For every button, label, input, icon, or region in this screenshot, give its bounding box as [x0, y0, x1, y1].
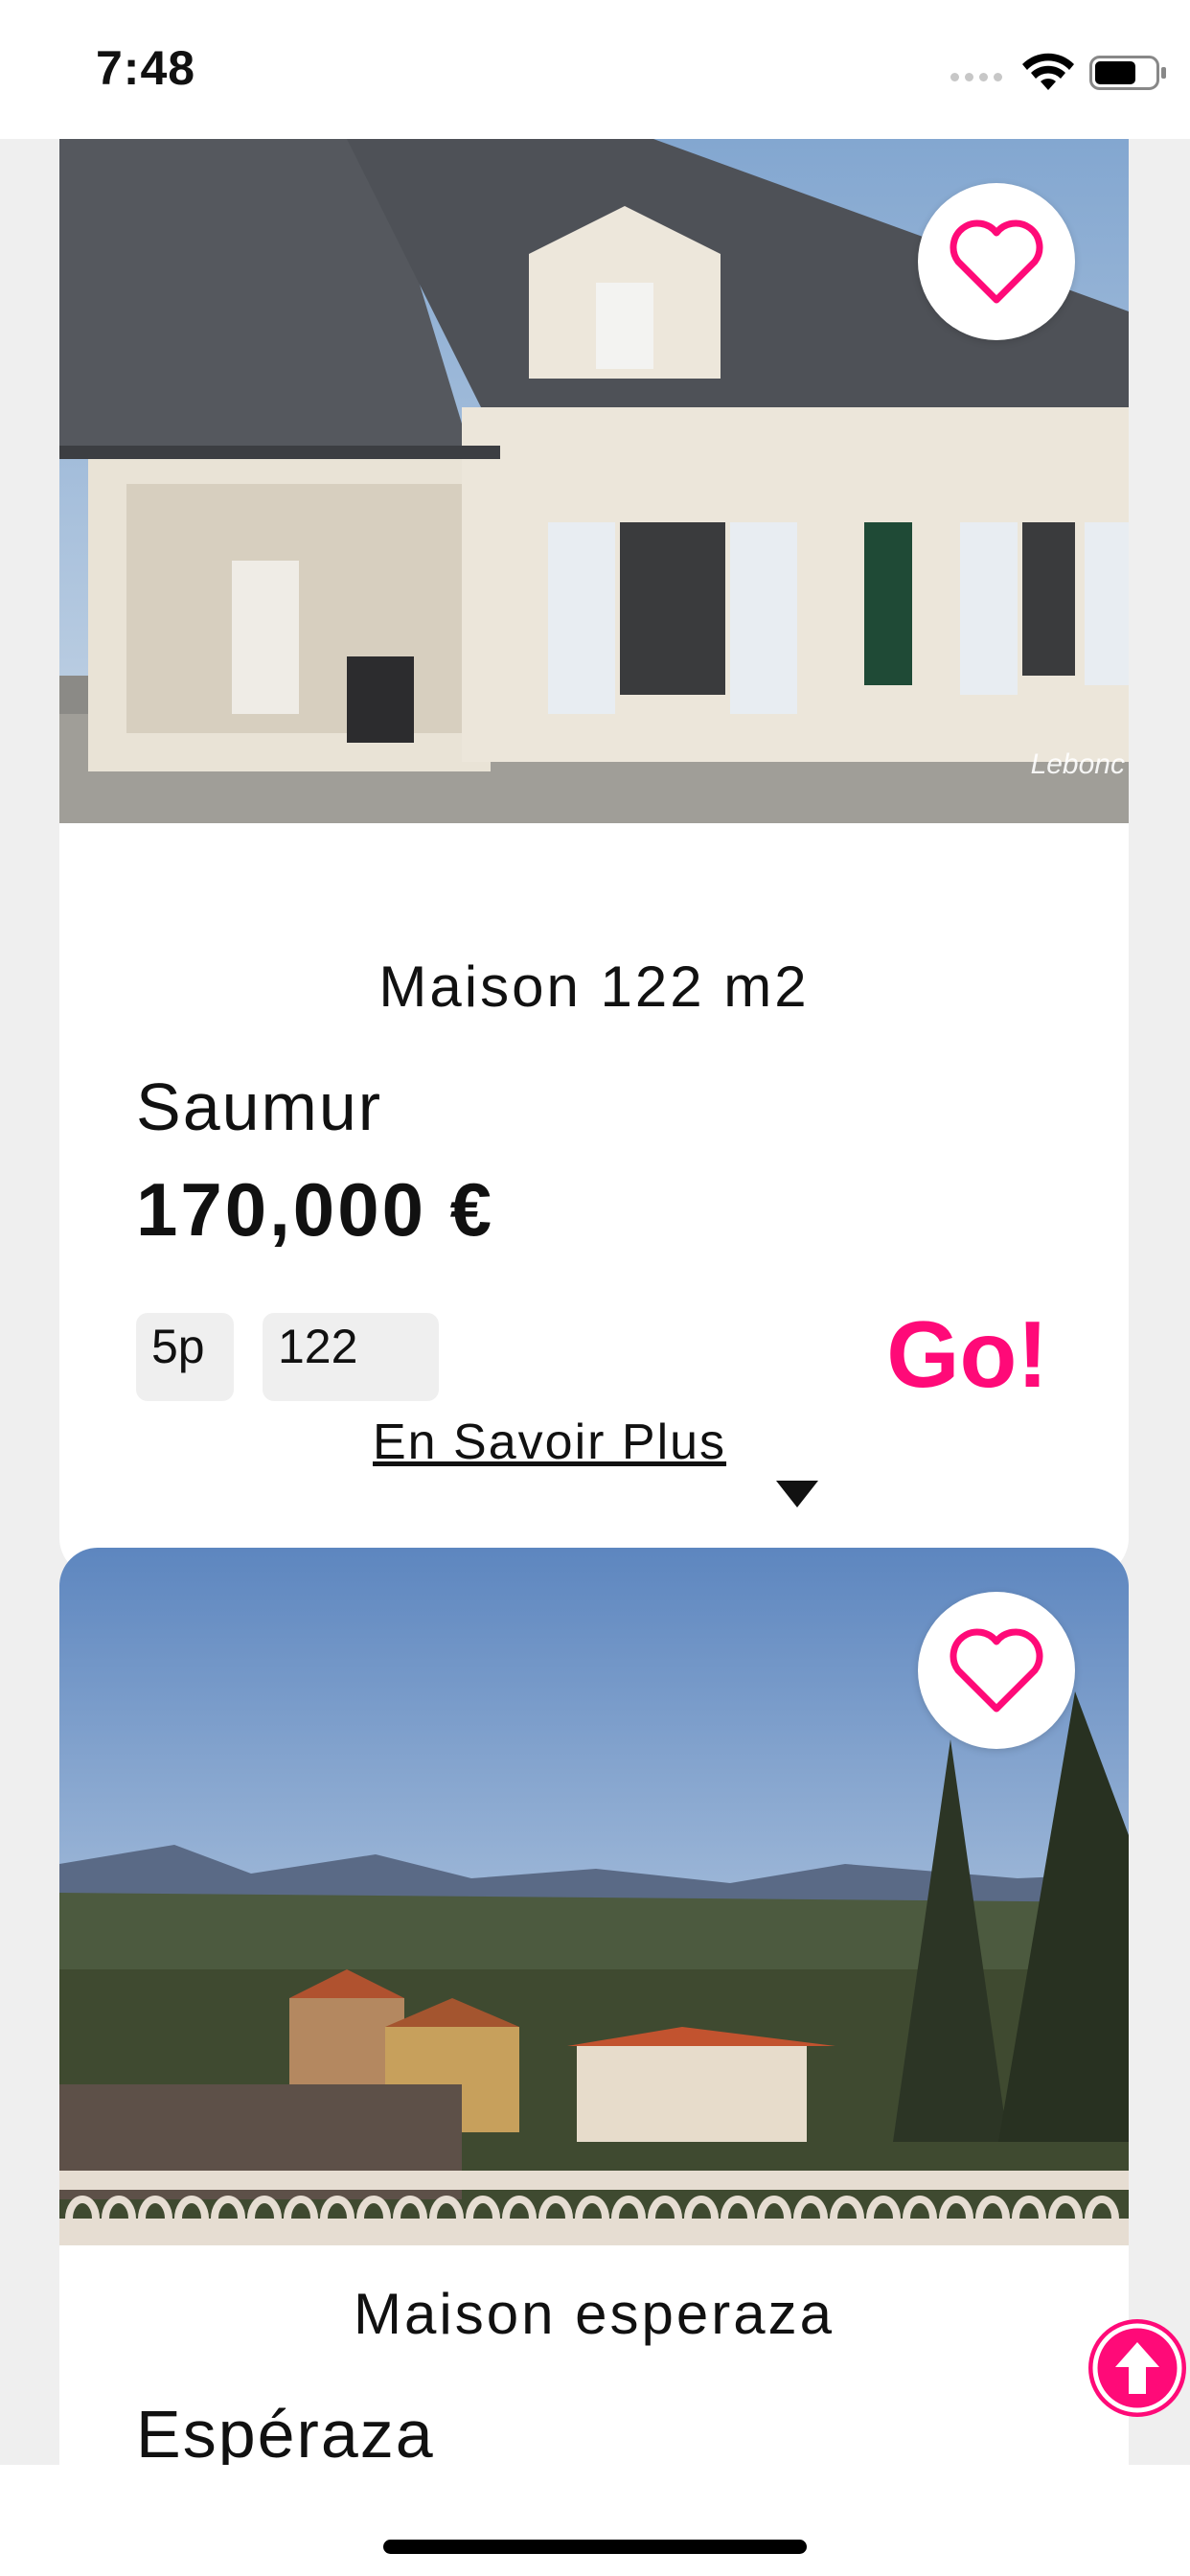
- listing-city: Espéraza: [136, 2397, 435, 2465]
- signal-icon: [950, 73, 1008, 84]
- chevron-down-icon[interactable]: [776, 1481, 818, 1507]
- rooms-tag: 5p: [136, 1313, 234, 1401]
- status-time: 7:48: [96, 41, 196, 95]
- listing-card[interactable]: Maison esperaza Espéraza: [59, 1548, 1129, 2465]
- battery-icon: [1089, 56, 1166, 90]
- favorite-button[interactable]: [918, 1592, 1075, 1749]
- go-button[interactable]: Go!: [886, 1300, 1048, 1409]
- listing-city: Saumur: [136, 1070, 383, 1144]
- arrow-up-circle-icon: [1092, 2323, 1182, 2413]
- more-info-link[interactable]: En Savoir Plus: [373, 1414, 726, 1471]
- listing-feed[interactable]: Lebonc Maison 122 m2 Saumur 170,000 € 5p…: [0, 139, 1190, 2465]
- area-tag: 122: [263, 1313, 439, 1401]
- wifi-icon: [1022, 53, 1074, 90]
- status-bar: 7:48: [0, 0, 1190, 139]
- photo-watermark: Lebonc: [1030, 748, 1125, 780]
- favorite-button[interactable]: [918, 183, 1075, 340]
- listing-title: Maison esperaza: [354, 2282, 835, 2346]
- listing-card[interactable]: Lebonc Maison 122 m2 Saumur 170,000 € 5p…: [59, 139, 1129, 1576]
- listing-price: 170,000 €: [136, 1167, 495, 1252]
- scroll-to-top-button[interactable]: [1088, 2319, 1186, 2417]
- home-indicator-area: [0, 2465, 1190, 2576]
- heart-outline-icon: [950, 219, 1043, 304]
- heart-outline-icon: [950, 1628, 1043, 1713]
- home-indicator[interactable]: [383, 2540, 807, 2554]
- listing-title: Maison 122 m2: [378, 954, 810, 1019]
